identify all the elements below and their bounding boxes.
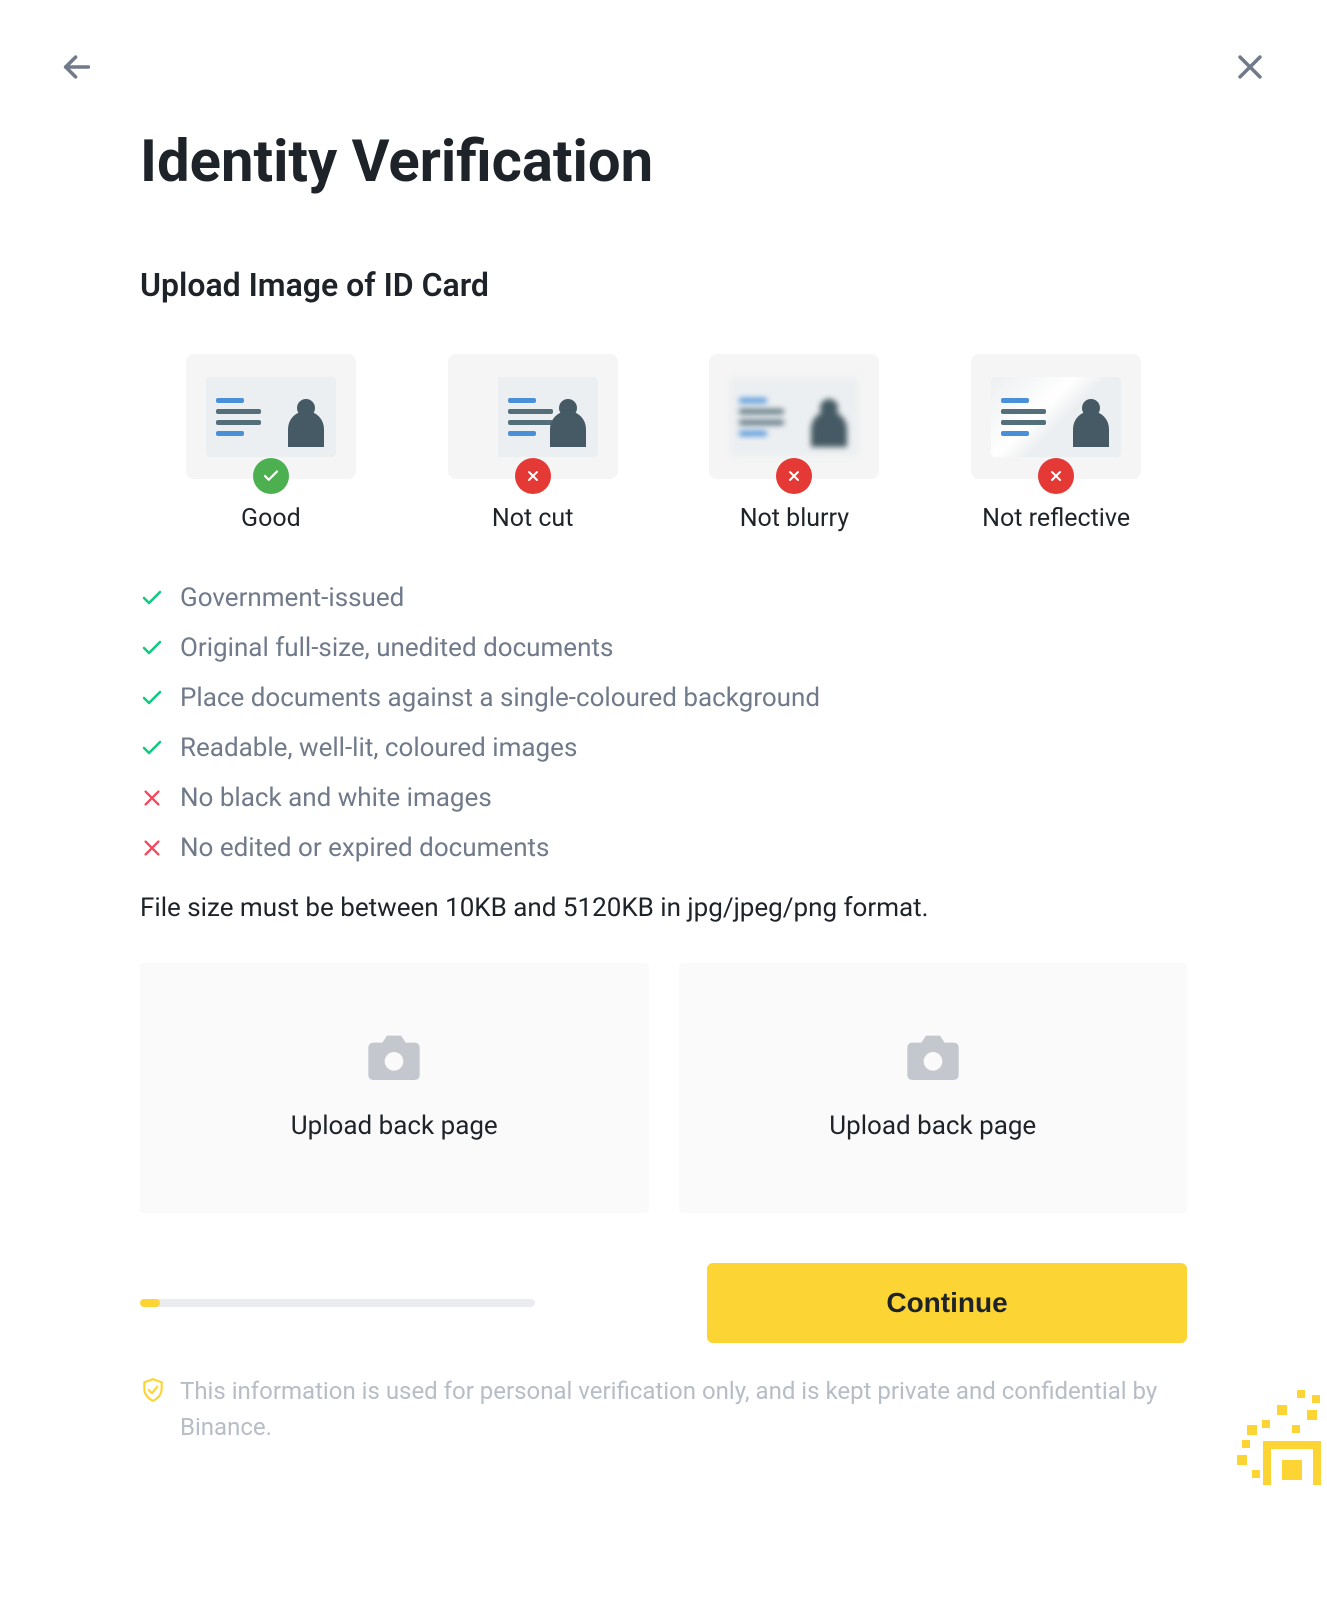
id-card-icon xyxy=(498,377,598,457)
camera-icon xyxy=(366,1035,422,1083)
requirement-item: Place documents against a single-coloure… xyxy=(140,683,1187,713)
content: Identity Verification Upload Image of ID… xyxy=(60,128,1267,1445)
qr-code-decoration xyxy=(1187,1345,1327,1485)
example-image-cut xyxy=(448,354,618,479)
upload-label: Upload back page xyxy=(829,1111,1036,1141)
example-not-cut: Not cut xyxy=(402,354,664,533)
x-icon xyxy=(140,786,164,810)
upload-box-left[interactable]: Upload back page xyxy=(140,963,649,1213)
check-icon xyxy=(140,686,164,710)
requirement-item: No black and white images xyxy=(140,783,1187,813)
arrow-left-icon xyxy=(60,50,94,84)
example-not-blurry: Not blurry xyxy=(664,354,926,533)
x-icon xyxy=(140,836,164,860)
requirement-item: Original full-size, unedited documents xyxy=(140,633,1187,663)
page-subtitle: Upload Image of ID Card xyxy=(140,266,1187,304)
back-button[interactable] xyxy=(60,50,94,88)
id-card-icon xyxy=(991,377,1121,457)
continue-button[interactable]: Continue xyxy=(707,1263,1187,1343)
example-label: Not blurry xyxy=(740,504,849,533)
example-row: Good Not cut xyxy=(140,354,1187,533)
x-badge-icon xyxy=(1038,458,1074,494)
requirement-item: No edited or expired documents xyxy=(140,833,1187,863)
example-not-reflective: Not reflective xyxy=(925,354,1187,533)
bottom-row: Continue xyxy=(140,1263,1187,1343)
progress-fill xyxy=(140,1299,160,1307)
x-badge-icon xyxy=(776,458,812,494)
example-label: Not cut xyxy=(492,504,574,533)
requirements-list: Government-issued Original full-size, un… xyxy=(140,583,1187,863)
close-icon xyxy=(1233,50,1267,84)
progress-bar xyxy=(140,1299,535,1307)
example-image-good xyxy=(186,354,356,479)
x-badge-icon xyxy=(515,458,551,494)
example-image-blurry xyxy=(709,354,879,479)
requirement-text: Government-issued xyxy=(180,583,404,613)
requirement-text: No black and white images xyxy=(180,783,492,813)
shield-check-icon xyxy=(140,1377,166,1407)
requirement-text: No edited or expired documents xyxy=(180,833,549,863)
requirement-item: Readable, well-lit, coloured images xyxy=(140,733,1187,763)
close-button[interactable] xyxy=(1233,50,1267,88)
upload-box-right[interactable]: Upload back page xyxy=(679,963,1188,1213)
example-label: Good xyxy=(241,504,301,533)
check-icon xyxy=(140,636,164,660)
check-badge-icon xyxy=(253,458,289,494)
upload-label: Upload back page xyxy=(291,1111,498,1141)
requirement-text: Readable, well-lit, coloured images xyxy=(180,733,577,763)
example-label: Not reflective xyxy=(982,504,1130,533)
camera-icon xyxy=(905,1035,961,1083)
top-bar xyxy=(60,50,1267,88)
id-card-icon xyxy=(206,377,336,457)
example-good: Good xyxy=(140,354,402,533)
check-icon xyxy=(140,586,164,610)
requirement-text: Original full-size, unedited documents xyxy=(180,633,613,663)
example-image-reflective xyxy=(971,354,1141,479)
check-icon xyxy=(140,736,164,760)
requirement-text: Place documents against a single-coloure… xyxy=(180,683,820,713)
id-card-icon xyxy=(729,377,859,457)
file-size-note: File size must be between 10KB and 5120K… xyxy=(140,893,1187,923)
upload-row: Upload back page Upload back page xyxy=(140,963,1187,1213)
requirement-item: Government-issued xyxy=(140,583,1187,613)
disclaimer-text: This information is used for personal ve… xyxy=(180,1373,1187,1445)
page-title: Identity Verification xyxy=(140,128,1187,196)
disclaimer: This information is used for personal ve… xyxy=(140,1373,1187,1445)
